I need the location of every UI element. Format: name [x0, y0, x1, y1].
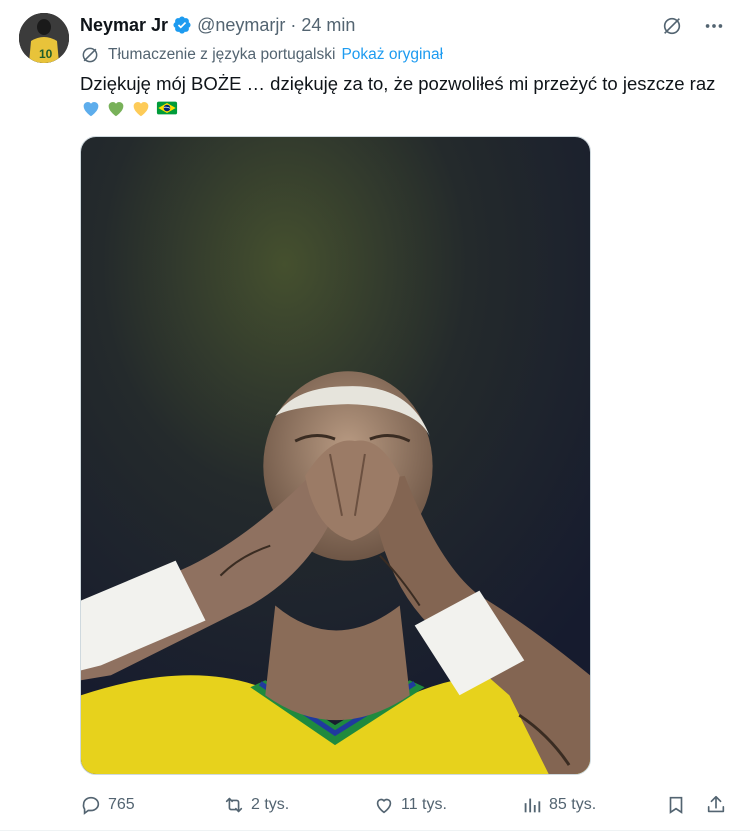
divider	[0, 830, 750, 831]
yellow-heart-icon	[130, 97, 152, 119]
more-options-icon[interactable]	[700, 12, 728, 40]
heart-icon	[376, 798, 392, 814]
reply-count: 765	[108, 796, 135, 813]
retweet-button[interactable]: 2 tys.	[223, 790, 289, 820]
views-icon	[524, 798, 541, 813]
translation-label: Tłumaczenie z języka portugalski	[108, 46, 336, 63]
tweet: 10 Neymar Jr @neymarjr · 24 min Tłumacze…	[0, 0, 750, 834]
brazil-flag-icon	[155, 97, 178, 119]
avatar-image: 10	[19, 13, 69, 63]
emoji-row	[80, 97, 178, 119]
bookmark-icon	[669, 796, 683, 814]
separator-dot: ·	[290, 14, 297, 35]
tweet-header: Neymar Jr @neymarjr · 24 min	[80, 13, 355, 37]
author-name[interactable]: Neymar Jr	[80, 15, 168, 36]
tweet-time[interactable]: 24 min	[301, 15, 355, 36]
top-actions	[658, 12, 728, 40]
action-bar: 765 2 tys. 11 tys. 85 tys.	[80, 790, 730, 820]
author-handle[interactable]: @neymarjr	[197, 15, 285, 36]
translate-icon	[80, 45, 100, 65]
share-button[interactable]	[705, 790, 727, 820]
photo-player-blowing-kisses	[81, 137, 590, 774]
tweet-photo[interactable]	[80, 136, 591, 775]
views-count: 85 tys.	[549, 796, 597, 813]
reply-icon	[82, 796, 100, 815]
blue-heart-icon	[80, 97, 102, 119]
retweet-icon	[225, 797, 243, 813]
grok-icon[interactable]	[658, 12, 686, 40]
retweet-count: 2 tys.	[251, 796, 290, 813]
like-count: 11 tys.	[401, 796, 447, 813]
green-heart-icon	[105, 97, 127, 119]
verified-badge-icon	[172, 15, 192, 35]
tweet-text: Dziękuję mój BOŻE … dziękuję za to, że p…	[80, 73, 716, 94]
svg-text:10: 10	[39, 47, 53, 61]
translation-row: Tłumaczenie z języka portugalski Pokaż o…	[80, 45, 443, 65]
avatar[interactable]: 10	[19, 13, 69, 63]
bookmark-button[interactable]	[665, 790, 687, 820]
show-original-link[interactable]: Pokaż oryginał	[341, 46, 443, 64]
views-button[interactable]: 85 tys.	[521, 790, 596, 820]
like-button[interactable]: 11 tys.	[373, 790, 447, 820]
reply-button[interactable]: 765	[80, 790, 135, 820]
share-icon	[707, 795, 725, 813]
